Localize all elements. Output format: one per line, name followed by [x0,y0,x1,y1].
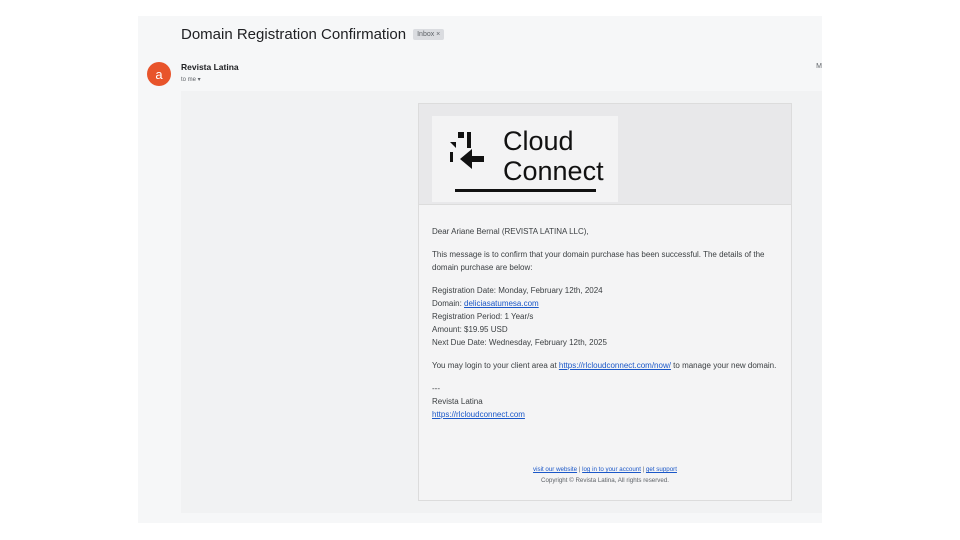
sender-avatar[interactable]: a [147,62,171,86]
email-card: Cloud Connect Dear Ariane Bernal (REVIST… [418,103,792,501]
login-account-link[interactable]: log in to your account [582,466,641,473]
amount: Amount: $19.95 USD [432,325,508,334]
logo-mark-icon [450,132,484,169]
copyright: Copyright © Revista Latina, All rights r… [540,477,670,484]
signature-dashes: --- [432,384,440,393]
visit-website-link[interactable]: visit our website [533,466,577,473]
card-header: Cloud Connect [419,104,791,205]
logo-text-line1: Cloud [503,126,574,156]
logo-underline [455,189,596,192]
date-partial-text: M [816,63,822,70]
inbox-label-badge[interactable]: Inbox × [413,29,445,40]
logo-text-line2: Connect [503,156,604,186]
recipient-dropdown[interactable]: to me ▾ [181,76,201,83]
message-body: Dear Ariane Bernal (REVISTA LATINA LLC),… [419,225,791,421]
logo-text: Cloud Connect [503,126,604,186]
email-footer: visit our website | log in to your accou… [419,464,791,486]
domain-label: Domain: [432,299,465,308]
next-due-date: Next Due Date: Wednesday, February 12th,… [432,338,607,347]
greeting: Dear Ariane Bernal (REVISTA LATINA LLC), [432,227,589,236]
registration-period: Registration Period: 1 Year/s [432,312,534,321]
signature-link[interactable]: https://rlcloudconnect.com [432,410,525,419]
client-area-link[interactable]: https://rlcloudconnect.com/now/ [559,361,671,370]
signature-name: Revista Latina [432,397,483,406]
email-view: Domain Registration Confirmation Inbox ×… [138,16,822,523]
domain-link[interactable]: deliciasatumesa.com [464,299,539,308]
login-suffix: to manage your new domain. [670,361,777,370]
email-subject: Domain Registration Confirmation Inbox × [181,26,445,43]
cloud-connect-logo: Cloud Connect [432,116,618,202]
intro-text: This message is to confirm that your dom… [432,250,765,272]
login-text: You may login to your client area at htt… [432,359,778,372]
domain-line: Domain: deliciasatumesa.com [432,297,778,310]
footer-links: visit our website | log in to your accou… [419,464,791,475]
login-prefix: You may login to your client area at [432,361,559,370]
sender-name: Revista Latina [181,62,239,72]
get-support-link[interactable]: get support [646,466,677,473]
registration-date: Registration Date: Monday, February 12th… [432,286,603,295]
subject-text: Domain Registration Confirmation [181,26,407,43]
